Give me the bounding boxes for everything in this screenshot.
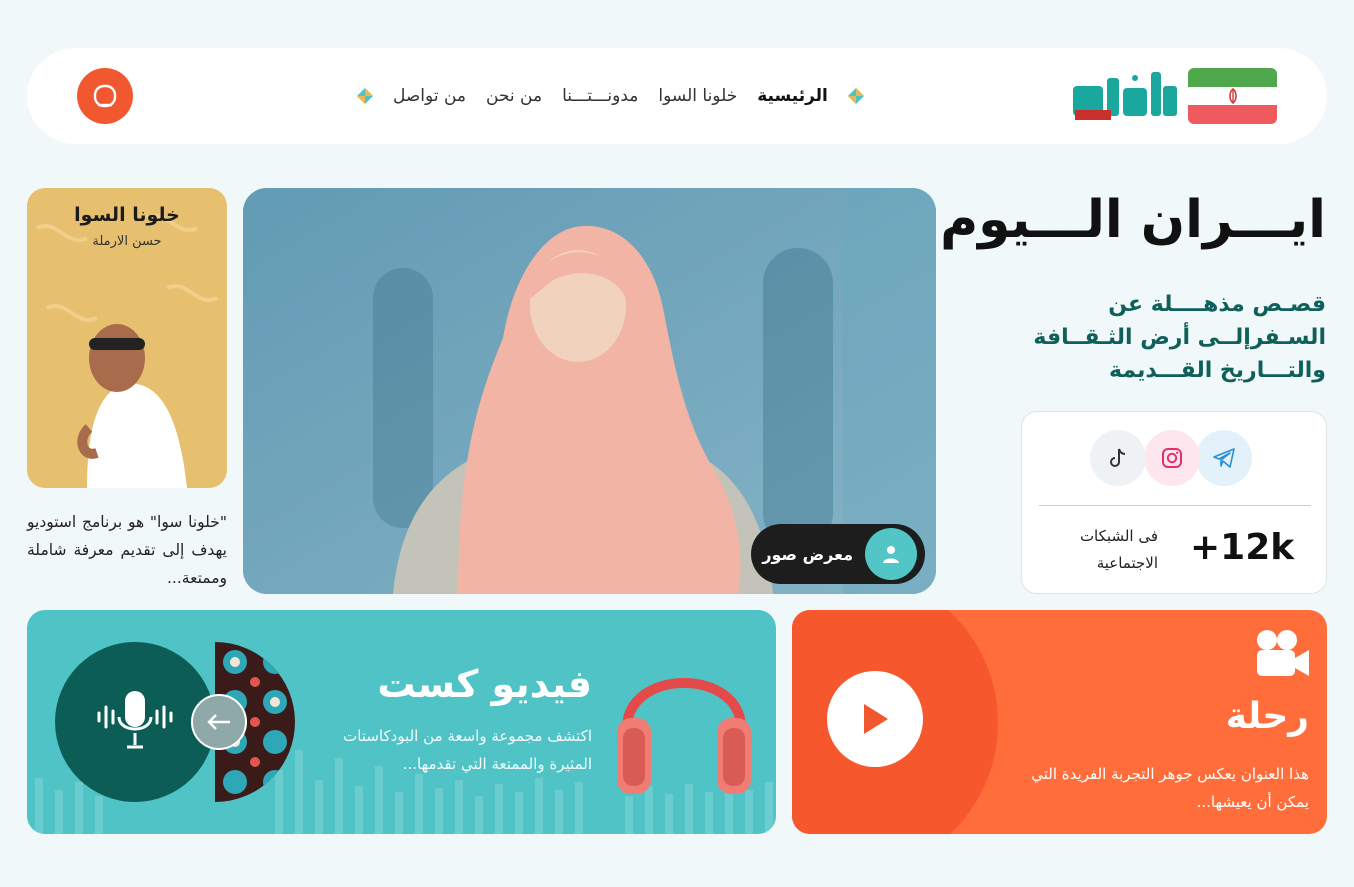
iran-flag <box>1188 68 1277 124</box>
followers-count: +12k <box>1190 527 1295 568</box>
trip-title: رحلة <box>1225 696 1309 737</box>
tiktok-icon <box>1110 448 1126 467</box>
diamond-ornament-icon <box>357 88 373 104</box>
arrow-left-button[interactable] <box>191 694 247 750</box>
nav-item-about[interactable]: من نحن <box>486 86 542 106</box>
top-navbar: الرئيسية خلونا السوا مدونـــتـــنا من نح… <box>27 48 1327 144</box>
diamond-ornament-icon <box>847 88 864 104</box>
hero-title: ايـــران الـــيوم <box>940 190 1326 250</box>
podcast-host: حسن الارملة <box>92 234 162 249</box>
tiktok-button[interactable] <box>1090 430 1146 486</box>
nav-item-home[interactable]: الرئيسية <box>757 86 828 106</box>
videocast-description: اكتشف مجموعة واسعة من البودكاستات المثير… <box>343 727 592 773</box>
instagram-icon <box>1162 448 1182 468</box>
user-icon <box>865 528 917 580</box>
nav-item-podcast[interactable]: خلونا السوا <box>658 86 737 106</box>
podcast-card[interactable]: خلونا السوا حسن الارملة <box>27 188 227 488</box>
search-icon <box>93 84 117 108</box>
telegram-icon <box>1213 448 1235 468</box>
trip-banner[interactable]: رحلة هذا العنوان يعكس جوهر التجربة الفري… <box>792 610 1327 834</box>
social-stats-card: +12k فى الشبكات الاجتماعية <box>1021 411 1327 594</box>
gallery-button-label: معرض صور <box>762 544 853 564</box>
search-button[interactable] <box>77 68 133 124</box>
podcast-title: خلونا السوا <box>74 204 180 226</box>
nav-item-blog[interactable]: مدونـــتـــنا <box>562 86 638 106</box>
videocast-title: فيديو كست <box>377 662 592 706</box>
headphones-image <box>617 648 751 798</box>
followers-label: فى الشبكات الاجتماعية <box>1079 527 1158 572</box>
telegram-button[interactable] <box>1196 430 1252 486</box>
site-logo[interactable] <box>1073 68 1179 124</box>
video-camera-icon <box>1255 628 1311 678</box>
videocast-banner[interactable]: فيديو كست اكتشف مجموعة واسعة من البودكاس… <box>27 610 776 834</box>
play-icon <box>864 704 888 734</box>
podcast-host-photo <box>36 214 218 488</box>
hero-image: معرض صور <box>243 188 936 594</box>
gallery-button[interactable]: معرض صور <box>751 524 925 584</box>
divider <box>1039 505 1311 506</box>
hero-subtitle: قصـص مذهــــلة عن السـفرإلــى أرض الثـقـ… <box>1033 292 1326 383</box>
arrow-left-icon <box>207 714 230 730</box>
flag-emblem-icon <box>1228 87 1237 104</box>
microphone-icon <box>97 691 173 749</box>
podcast-description: "خلونا سوا" هو برنامج استوديو يهدف إلى ت… <box>27 513 227 587</box>
main-menu: الرئيسية خلونا السوا مدونـــتـــنا من نح… <box>357 82 864 110</box>
nav-item-contact[interactable]: من تواصل <box>393 86 466 106</box>
trip-description: هذا العنوان يعكس جوهر التجربة الفريدة ال… <box>1031 765 1309 811</box>
play-button[interactable] <box>827 671 923 767</box>
instagram-button[interactable] <box>1144 430 1200 486</box>
